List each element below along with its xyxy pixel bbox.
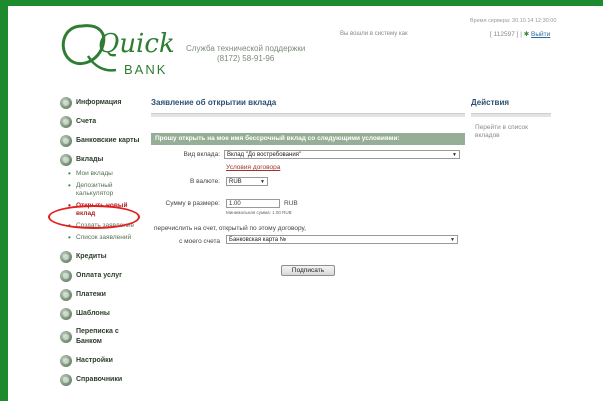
messages-icon: [60, 331, 72, 343]
payment-icon: [60, 269, 72, 282]
sidebar-item-label: Банковские карты: [76, 137, 140, 144]
submenu-deposit-calculator[interactable]: Депозитный калькулятор: [68, 182, 142, 198]
sidebar-item-cards[interactable]: Банковские карты: [60, 134, 142, 147]
separator: |: [520, 31, 522, 38]
top-frame-border: [0, 0, 610, 6]
sidebar-item-label: Шаблоны: [76, 310, 110, 317]
sidebar-item-label: Информация: [76, 99, 122, 106]
actions-divider: [471, 113, 551, 117]
gear-icon: ✱: [523, 31, 530, 38]
sidebar-item-label: Настройки: [76, 357, 113, 364]
transfer-text: перечислить на счет, открытый по этому д…: [154, 225, 306, 232]
amount-label: Сумму в размере:: [165, 200, 220, 207]
quick-bank-logo[interactable]: Quick BANK: [58, 20, 178, 78]
go-to-deposits-link[interactable]: Перейти в список вкладов: [475, 124, 545, 140]
dropdown-arrow-icon: ▼: [452, 152, 457, 158]
deposit-type-value: Вклад "До востребования": [227, 152, 302, 158]
highlight-circle: [48, 205, 140, 229]
sidebar-item-label: Переписка с Банком: [76, 328, 119, 345]
user-id: [ 112597 ]: [490, 31, 519, 38]
transfers-icon: [60, 288, 72, 301]
currency-select[interactable]: RUB ▼: [226, 177, 268, 186]
sidebar-item-credits[interactable]: Кредиты: [60, 250, 142, 263]
sidebar-item-templates[interactable]: Шаблоны: [60, 307, 142, 320]
sidebar-item-label: Кредиты: [76, 253, 107, 260]
amount-value: 1.00: [229, 201, 241, 207]
from-account-value: Банковская карта №: [229, 237, 287, 243]
currency-value: RUB: [229, 179, 242, 185]
user-line: [ 112597 ] | ✱ Выйти: [490, 30, 550, 38]
accounts-icon: [60, 115, 72, 128]
logo-subword: BANK: [124, 62, 167, 77]
sidebar-item-transfers[interactable]: Платежи: [60, 288, 142, 301]
amount-currency: RUB: [284, 200, 298, 207]
sidebar-item-label: Вклады: [76, 156, 104, 163]
title-divider: [151, 113, 465, 117]
support-block: Служба технической поддержки (8172) 58-9…: [186, 44, 305, 64]
sidebar-item-accounts[interactable]: Счета: [60, 115, 142, 128]
sidebar: Информация Счета Банковские карты Вклады…: [60, 96, 142, 392]
page-title: Заявление об открытии вклада: [151, 98, 277, 107]
sidebar-item-label: Справочники: [76, 376, 123, 383]
sidebar-item-info[interactable]: Информация: [60, 96, 142, 109]
support-title: Служба технической поддержки: [186, 44, 306, 53]
support-phone: (8172) 58-91-96: [216, 54, 275, 63]
info-icon: [60, 96, 72, 109]
submenu-my-deposits[interactable]: Мои вклады: [68, 170, 142, 178]
dropdown-arrow-icon: ▼: [260, 179, 265, 185]
directory-icon: [60, 373, 72, 386]
sidebar-item-label: Счета: [76, 118, 97, 125]
settings-icon: [60, 354, 72, 367]
sidebar-item-messages[interactable]: Переписка с Банком: [60, 326, 142, 348]
deposits-icon: [60, 153, 72, 166]
logged-in-text: Вы вошли в систему как: [340, 31, 408, 37]
templates-icon: [60, 307, 72, 320]
left-frame-border: [0, 0, 8, 401]
exit-link[interactable]: Выйти: [531, 31, 550, 38]
amount-input[interactable]: 1.00: [226, 199, 280, 208]
logo-word: Quick: [98, 29, 175, 59]
server-time: Время сервера: 30.10.14 12:30:00: [470, 18, 557, 24]
sidebar-item-payment[interactable]: Оплата услуг: [60, 269, 142, 282]
submenu-application-list[interactable]: Список заявлений: [68, 234, 142, 242]
sign-button[interactable]: Подписать: [281, 265, 335, 276]
sidebar-item-settings[interactable]: Настройки: [60, 354, 142, 367]
from-account-label: с моего счета: [179, 238, 220, 245]
dropdown-arrow-icon: ▼: [450, 237, 455, 243]
sidebar-item-label: Оплата услуг: [76, 272, 123, 279]
right-margin: [603, 0, 610, 401]
form-heading: Прошу открыть на мое имя бессрочный вкла…: [151, 133, 465, 145]
terms-link[interactable]: Условия договора: [226, 164, 280, 171]
currency-label: В валюте:: [190, 178, 220, 185]
from-account-select[interactable]: Банковская карта № ▼: [226, 235, 458, 244]
sidebar-item-label: Платежи: [76, 291, 106, 298]
sidebar-item-directory[interactable]: Справочники: [60, 373, 142, 386]
credits-icon: [60, 250, 72, 263]
actions-title: Действия: [471, 98, 510, 107]
deposit-type-label: Вид вклада:: [183, 151, 220, 158]
min-amount-note: Минимальная сумма: 1.00 RUB: [226, 210, 292, 215]
cards-icon: [60, 134, 72, 147]
deposit-type-select[interactable]: Вклад "До востребования" ▼: [224, 150, 460, 159]
sidebar-item-deposits[interactable]: Вклады: [60, 153, 142, 166]
